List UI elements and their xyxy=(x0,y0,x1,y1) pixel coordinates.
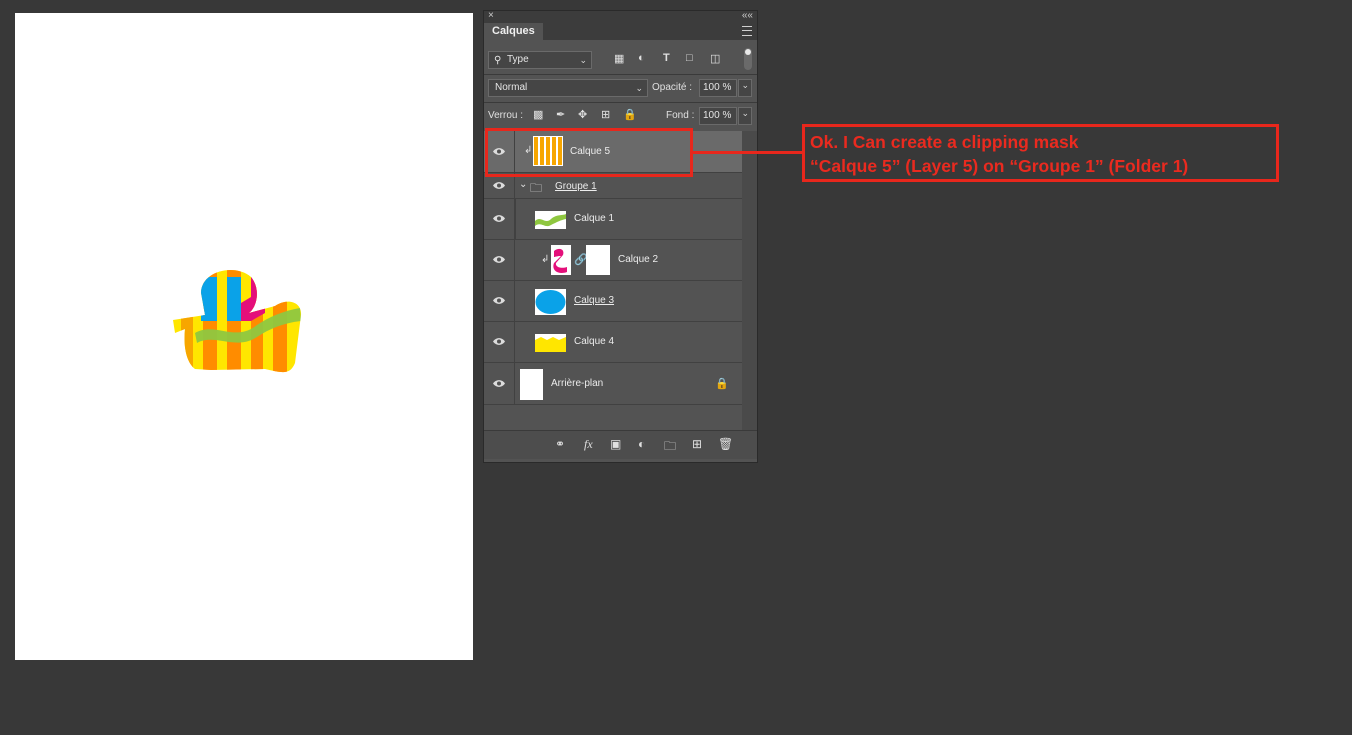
opacity-label: Opacité : xyxy=(652,82,693,93)
panel-menu-icon[interactable] xyxy=(742,26,752,36)
fx-icon[interactable]: fx xyxy=(584,437,593,452)
clipping-arrow-icon: ↲ xyxy=(541,254,550,265)
layer-thumbnail xyxy=(535,334,566,352)
layer-name[interactable]: Calque 4 xyxy=(574,336,614,347)
blend-mode-select[interactable]: Normal ⌄ xyxy=(488,79,648,97)
layer-name[interactable]: Calque 1 xyxy=(574,213,614,224)
lock-position-icon[interactable]: ✥ xyxy=(578,108,587,121)
adjustment-filter-icon[interactable]: ◐ xyxy=(638,52,645,64)
fill-label: Fond : xyxy=(666,110,695,121)
lock-all-icon[interactable]: 🔒 xyxy=(623,108,637,121)
eye-icon xyxy=(493,181,505,189)
shape-filter-icon[interactable]: □ xyxy=(686,52,693,64)
layer-thumbnail xyxy=(535,211,566,229)
collapse-panel-icon[interactable]: «« xyxy=(742,10,753,21)
opacity-dropdown[interactable]: ⌄ xyxy=(738,79,752,97)
visibility-toggle[interactable] xyxy=(484,199,515,239)
visibility-toggle[interactable] xyxy=(484,281,515,321)
type-filter-icon[interactable]: T xyxy=(663,52,670,64)
new-group-icon[interactable]: 🗀 xyxy=(664,437,676,458)
chevron-down-icon: ⌄ xyxy=(741,108,749,118)
image-filter-icon[interactable]: ▦ xyxy=(614,52,624,65)
search-icon: ⚲ xyxy=(494,55,502,66)
divider xyxy=(484,102,757,103)
group-name[interactable]: Groupe 1 xyxy=(555,181,597,192)
lock-pixels-icon[interactable]: ✒ xyxy=(556,108,565,121)
eye-icon xyxy=(493,338,505,345)
chevron-down-icon[interactable]: ⌄ xyxy=(519,179,527,190)
artwork xyxy=(173,270,302,373)
chevron-down-icon: ⌄ xyxy=(741,80,749,90)
layer-mask-thumbnail[interactable] xyxy=(586,245,610,275)
visibility-toggle[interactable] xyxy=(484,363,515,404)
callout-connector xyxy=(693,151,802,154)
layer-thumbnail xyxy=(535,289,566,315)
add-mask-icon[interactable]: ▣ xyxy=(610,437,621,451)
lock-label: Verrou : xyxy=(488,110,524,121)
layer-row[interactable]: Calque 3 xyxy=(484,281,742,322)
close-panel-icon[interactable]: × xyxy=(488,10,494,21)
smart-object-filter-icon[interactable]: ◫ xyxy=(710,52,720,65)
eye-icon xyxy=(493,256,505,263)
layer-row[interactable]: Calque 4 xyxy=(484,322,742,363)
layer-thumbnail xyxy=(520,369,543,400)
layer-list-scrollbar[interactable] xyxy=(742,131,757,431)
document-canvas[interactable] xyxy=(15,13,473,660)
annotation-callout: Ok. I Can create a clipping mask “Calque… xyxy=(802,124,1279,182)
fill-input[interactable]: 100 % xyxy=(699,107,737,125)
lock-transparency-icon[interactable]: ▩ xyxy=(533,108,543,121)
panel-title-bar: × «« xyxy=(484,10,757,23)
delete-layer-icon[interactable]: 🗑 xyxy=(718,437,733,451)
filter-kind-value: Type xyxy=(507,54,529,65)
tab-layers[interactable]: Calques xyxy=(484,23,543,40)
chevron-down-icon: ⌄ xyxy=(579,55,587,65)
lock-artboard-icon[interactable]: ⊞ xyxy=(601,108,610,121)
layer-thumbnail xyxy=(551,245,571,275)
lock-icon: 🔒 xyxy=(715,378,729,390)
adjustment-layer-icon[interactable]: ◐ xyxy=(638,437,645,451)
blend-mode-value: Normal xyxy=(495,82,528,93)
divider xyxy=(484,74,757,75)
annotation-line-2: “Calque 5” (Layer 5) on “Groupe 1” (Fold… xyxy=(810,156,1189,176)
layers-panel: × «« Calques ⚲ Type ⌄ ▦ ◐ T □ ◫ Normal ⌄… xyxy=(483,10,758,463)
layer-row[interactable]: Calque 1 xyxy=(484,199,742,240)
chevron-down-icon: ⌄ xyxy=(635,83,643,93)
panel-footer: ⚭ fx ▣ ◐ 🗀 ⊞ 🗑 xyxy=(484,430,757,459)
eye-icon xyxy=(493,297,505,304)
blend-row: Normal ⌄ Opacité : 100 % ⌄ xyxy=(488,79,753,97)
eye-icon xyxy=(493,215,505,222)
layer-name[interactable]: Calque 2 xyxy=(618,254,658,265)
highlight-box xyxy=(485,128,693,177)
filter-row: ⚲ Type ⌄ ▦ ◐ T □ ◫ xyxy=(488,48,753,70)
layer-name[interactable]: Arrière-plan xyxy=(551,378,603,389)
new-layer-icon[interactable]: ⊞ xyxy=(692,437,702,451)
layer-name[interactable]: Calque 3 xyxy=(574,295,614,306)
lock-row: Verrou : ▩ ✒ ✥ ⊞ 🔒 Fond : 100 % ⌄ xyxy=(488,107,753,125)
panel-tab-bar: Calques xyxy=(484,23,757,40)
eye-icon xyxy=(493,379,505,387)
link-layers-icon[interactable]: ⚭ xyxy=(555,437,565,451)
visibility-toggle[interactable] xyxy=(484,240,515,280)
filter-toggle-switch[interactable] xyxy=(744,48,752,70)
fill-dropdown[interactable]: ⌄ xyxy=(738,107,752,125)
opacity-input[interactable]: 100 % xyxy=(699,79,737,97)
visibility-toggle[interactable] xyxy=(484,322,515,362)
layer-row[interactable]: ↲ 🔗 Calque 2 xyxy=(484,240,742,281)
layer-row[interactable]: Arrière-plan 🔒 xyxy=(484,363,742,405)
filter-kind-select[interactable]: ⚲ Type ⌄ xyxy=(488,51,592,69)
folder-icon: 🗀 xyxy=(530,181,543,195)
annotation-line-1: Ok. I Can create a clipping mask xyxy=(810,132,1079,152)
